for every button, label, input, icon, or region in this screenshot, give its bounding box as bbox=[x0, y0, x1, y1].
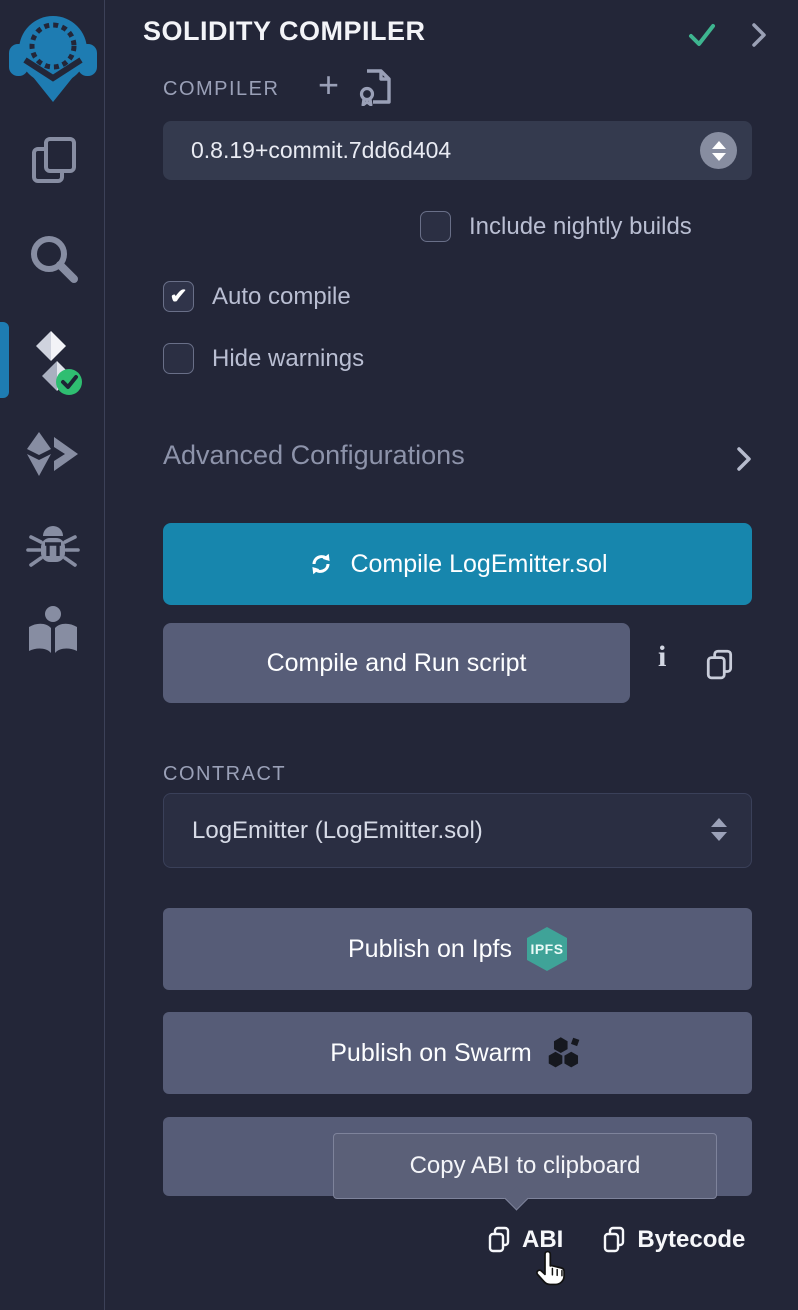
hide-warnings-checkbox[interactable] bbox=[163, 343, 194, 374]
swarm-logo-icon bbox=[547, 1036, 585, 1070]
deploy-run-icon bbox=[24, 429, 82, 479]
advanced-configurations-toggle[interactable]: Advanced Configurations bbox=[163, 440, 465, 471]
hide-warnings-checkbox-row[interactable]: Hide warnings bbox=[163, 343, 364, 374]
publish-ipfs-button[interactable]: Publish on Ipfs IPFS bbox=[163, 908, 752, 990]
include-nightly-checkbox[interactable] bbox=[420, 211, 451, 242]
copy-bytecode-icon bbox=[601, 1226, 627, 1254]
compile-button-label: Compile LogEmitter.sol bbox=[350, 550, 607, 579]
sidebar-item-deploy-and-run[interactable] bbox=[0, 424, 105, 484]
compiler-section-label: COMPILER bbox=[163, 78, 279, 101]
contract-select-value: LogEmitter (LogEmitter.sol) bbox=[164, 817, 483, 845]
include-nightly-checkbox-row[interactable]: Include nightly builds bbox=[420, 211, 692, 242]
hide-warnings-label: Hide warnings bbox=[212, 345, 364, 373]
info-icon[interactable]: i bbox=[658, 640, 666, 674]
compiler-version-value: 0.8.19+commit.7dd6d404 bbox=[163, 137, 451, 164]
tooltip-text: Copy ABI to clipboard bbox=[410, 1152, 641, 1180]
publish-ipfs-label: Publish on Ipfs bbox=[348, 935, 512, 964]
copy-bytecode-button[interactable]: Bytecode bbox=[601, 1226, 745, 1254]
compile-and-run-label: Compile and Run script bbox=[267, 649, 527, 678]
page-title: SOLIDITY COMPILER bbox=[143, 16, 426, 47]
remix-logo-svg bbox=[7, 8, 99, 108]
copy-abi-icon bbox=[486, 1226, 512, 1254]
contract-section-label: CONTRACT bbox=[163, 763, 286, 786]
panel-collapse-chevron-icon[interactable] bbox=[746, 20, 772, 50]
ipfs-logo-text: IPFS bbox=[530, 941, 563, 957]
solidity-compiler-icon bbox=[22, 328, 84, 396]
compiler-version-select[interactable]: 0.8.19+commit.7dd6d404 bbox=[163, 121, 752, 180]
compile-success-check-icon bbox=[686, 20, 718, 50]
checkbox-check-icon: ✔ bbox=[170, 286, 188, 307]
ipfs-logo-icon: IPFS bbox=[527, 927, 567, 971]
bytecode-label: Bytecode bbox=[637, 1226, 745, 1254]
copy-row: ABI Bytecode bbox=[486, 1226, 745, 1254]
contract-select[interactable]: LogEmitter (LogEmitter.sol) bbox=[163, 793, 752, 868]
version-select-arrows-icon bbox=[700, 132, 737, 169]
include-nightly-label: Include nightly builds bbox=[469, 213, 692, 241]
remix-logo-icon[interactable] bbox=[0, 8, 105, 108]
sidebar-item-debugger[interactable] bbox=[0, 518, 105, 578]
publish-swarm-label: Publish on Swarm bbox=[330, 1039, 531, 1068]
debugger-bug-icon bbox=[25, 522, 81, 574]
file-explorer-icon bbox=[26, 133, 80, 189]
compile-button[interactable]: Compile LogEmitter.sol bbox=[163, 523, 752, 605]
sidebar-item-search[interactable] bbox=[0, 228, 105, 290]
advanced-config-chevron-icon[interactable] bbox=[732, 444, 756, 474]
tooltip-arrow bbox=[504, 1186, 528, 1210]
compile-and-run-button[interactable]: Compile and Run script bbox=[163, 623, 630, 703]
icon-sidebar bbox=[0, 0, 105, 1310]
copy-abi-tooltip: Copy ABI to clipboard bbox=[333, 1133, 717, 1199]
add-custom-compiler-icon[interactable]: + bbox=[318, 64, 339, 106]
compiler-license-file-icon[interactable] bbox=[358, 68, 394, 106]
remix-solidity-compiler-panel: SOLIDITY COMPILER COMPILER + 0.8.19+comm… bbox=[0, 0, 798, 1310]
copy-script-icon[interactable] bbox=[704, 648, 736, 680]
sidebar-item-learneth[interactable] bbox=[0, 602, 105, 662]
auto-compile-label: Auto compile bbox=[212, 283, 351, 311]
sidebar-item-solidity-compiler[interactable] bbox=[0, 326, 105, 398]
book-reader-icon bbox=[25, 605, 81, 659]
sidebar-item-file-explorer[interactable] bbox=[0, 130, 105, 192]
auto-compile-checkbox-row[interactable]: ✔ Auto compile bbox=[163, 281, 351, 312]
search-icon bbox=[26, 231, 80, 287]
auto-compile-checkbox[interactable]: ✔ bbox=[163, 281, 194, 312]
hand-cursor-icon bbox=[536, 1248, 572, 1288]
compiler-panel: SOLIDITY COMPILER COMPILER + 0.8.19+comm… bbox=[106, 0, 798, 1310]
contract-select-arrows-icon bbox=[711, 818, 727, 841]
publish-swarm-button[interactable]: Publish on Swarm bbox=[163, 1012, 752, 1094]
refresh-icon bbox=[307, 550, 335, 578]
